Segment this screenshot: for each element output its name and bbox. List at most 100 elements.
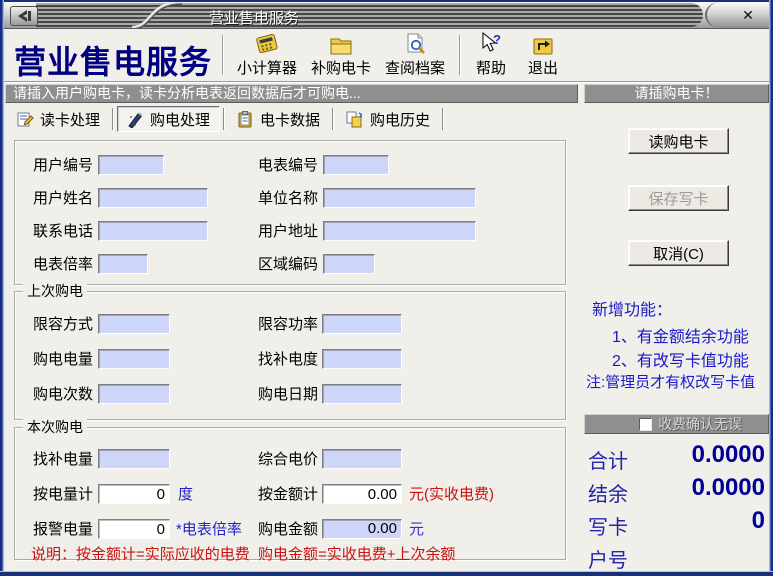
meter-id-label: 电表编号: [258, 155, 318, 176]
window-border-bottom: [0, 571, 773, 576]
purchase-count-field[interactable]: [98, 384, 170, 404]
toolbar-label: 查阅档案: [385, 57, 445, 78]
total-row: 户号: [586, 540, 767, 570]
balance-value: 0.0000: [692, 474, 765, 502]
address-field[interactable]: [323, 221, 476, 241]
toolbar-button-view-archive[interactable]: 查阅档案: [378, 32, 452, 78]
toolbar-button-calculator[interactable]: 小计算器: [230, 32, 304, 78]
purchase-date-field[interactable]: [322, 384, 402, 404]
account-no-label: 户号: [588, 544, 628, 573]
titlebar-swash-decoration: [130, 2, 184, 28]
confirm-checkbox[interactable]: [639, 418, 652, 431]
unit-price-label: 综合电价: [258, 449, 318, 470]
meter-ratio-suffix: *电表倍率: [176, 519, 242, 540]
calculator-icon: [254, 32, 280, 56]
tabbar: 读卡处理 购电处理 电卡数据: [8, 105, 447, 133]
feature-item-1: 1、有金额结余功能: [612, 323, 749, 347]
toolbar: 营业售电服务 小计算器 补购电卡: [4, 29, 769, 80]
right-panel: 请插购电卡！ 读购电卡 保存写卡 取消(C) 新增功能： 1、有金额结余功能 2…: [584, 84, 769, 566]
exit-icon: [532, 32, 554, 56]
tab-label: 电卡数据: [260, 109, 320, 130]
toolbar-separator: [222, 35, 224, 75]
region-code-field[interactable]: [323, 254, 375, 274]
user-name-label: 用户姓名: [33, 188, 93, 209]
user-id-field[interactable]: [98, 155, 164, 175]
adjust-degree-label: 找补电度: [258, 349, 318, 370]
limit-mode-label: 限容方式: [33, 314, 93, 335]
unit-price-field[interactable]: [322, 449, 402, 469]
limit-power-field[interactable]: [322, 314, 402, 334]
write-card-label: 写卡: [588, 511, 628, 540]
alarm-energy-input[interactable]: [98, 519, 170, 539]
titlebar: 营业售电服务 ✕: [4, 2, 769, 29]
current-purchase-title: 本次购电: [23, 419, 87, 435]
feature-item-2: 2、有改写卡值功能: [612, 347, 749, 371]
purchase-pen-icon: [127, 111, 144, 128]
limit-mode-field[interactable]: [98, 314, 170, 334]
toolbar-separator: [459, 35, 461, 75]
tab-read-card[interactable]: 读卡处理: [8, 106, 109, 132]
note-purchase-amount: 购电金额=实收电费+上次余额: [258, 543, 456, 564]
toolbar-label: 补购电卡: [311, 57, 371, 78]
tab-purchase-history[interactable]: 购电历史: [337, 106, 439, 132]
purchase-amount-field: 0.00: [322, 519, 402, 539]
total-value: 0.0000: [692, 441, 765, 469]
meter-id-field[interactable]: [323, 155, 389, 175]
last-energy-label: 购电电量: [33, 349, 93, 370]
toolbar-button-repurchase-card[interactable]: 补购电卡: [304, 32, 378, 78]
close-button[interactable]: ✕: [739, 6, 757, 24]
save-write-card-button: 保存写卡: [628, 185, 729, 211]
org-name-field[interactable]: [323, 188, 476, 208]
history-pages-icon: [346, 111, 364, 128]
titlebar-right-cap: [705, 2, 769, 28]
features-note: 注:管理员才有权改写卡值: [586, 371, 755, 392]
last-purchase-groupbox: 上次购电 限容方式 限容功率 购电电量 找补电度 购电次数 购电日期: [14, 291, 566, 420]
cancel-button[interactable]: 取消(C): [628, 240, 729, 266]
tab-label: 读卡处理: [40, 109, 100, 130]
adjust-energy-field[interactable]: [98, 449, 170, 469]
purchase-count-label: 购电次数: [33, 384, 93, 405]
total-label: 合计: [588, 445, 628, 474]
purchase-amount-label: 购电金额: [258, 519, 318, 540]
user-info-groupbox: 用户编号 电表编号 用户姓名 单位名称 联系电话 用户地址 电表倍率 区域编码: [14, 140, 566, 285]
toolbar-label: 退出: [528, 57, 558, 78]
window-border-left: [0, 0, 4, 576]
total-row: 结余 0.0000: [586, 474, 767, 504]
search-doc-icon: [403, 32, 427, 56]
phone-label: 联系电话: [33, 221, 93, 242]
read-card-button[interactable]: 读购电卡: [628, 128, 729, 154]
toolbar-button-help[interactable]: ? 帮助: [466, 32, 516, 78]
amount-note-suffix: 元(实收电费): [409, 484, 494, 505]
tab-separator: [112, 108, 114, 130]
by-energy-label: 按电量计: [33, 484, 93, 505]
tab-label: 购电历史: [370, 109, 430, 130]
by-amount-label: 按金额计: [258, 484, 318, 505]
user-name-field[interactable]: [98, 188, 208, 208]
adjust-energy-label: 找补电量: [33, 449, 93, 470]
clipboard-icon: [237, 111, 254, 128]
note-by-amount: 说明：按金额计=实际应收的电费: [31, 543, 250, 564]
toolbar-button-exit[interactable]: 退出: [520, 32, 566, 78]
toolbar-label: 帮助: [476, 57, 506, 78]
confirm-label: 收费确认无误: [658, 414, 742, 434]
tab-card-data[interactable]: 电卡数据: [228, 106, 329, 132]
last-purchase-title: 上次购电: [23, 283, 87, 299]
by-energy-input[interactable]: [98, 484, 170, 504]
total-row: 写卡 0: [586, 507, 767, 537]
meter-ratio-field[interactable]: [98, 254, 148, 274]
page-title: 营业售电服务: [14, 37, 212, 83]
degree-unit-suffix: 度: [178, 484, 193, 505]
phone-field[interactable]: [98, 221, 208, 241]
last-energy-field[interactable]: [98, 349, 170, 369]
folder-icon: [329, 32, 353, 56]
alarm-energy-label: 报警电量: [33, 519, 93, 540]
current-purchase-groupbox: 本次购电 找补电量 综合电价 按电量计 度 按金额计 元(实收电费) 报警电量 …: [14, 427, 566, 560]
purchase-amount-value: 0.00: [323, 520, 401, 538]
tab-purchase[interactable]: 购电处理: [117, 106, 220, 132]
purchase-date-label: 购电日期: [258, 384, 318, 405]
adjust-degree-field[interactable]: [322, 349, 402, 369]
by-amount-input[interactable]: [322, 484, 402, 504]
insert-card-prompt: 请插购电卡！: [584, 84, 769, 103]
user-id-label: 用户编号: [33, 155, 93, 176]
app-window: 营业售电服务 ✕ 营业售电服务 小计算器: [0, 0, 773, 576]
